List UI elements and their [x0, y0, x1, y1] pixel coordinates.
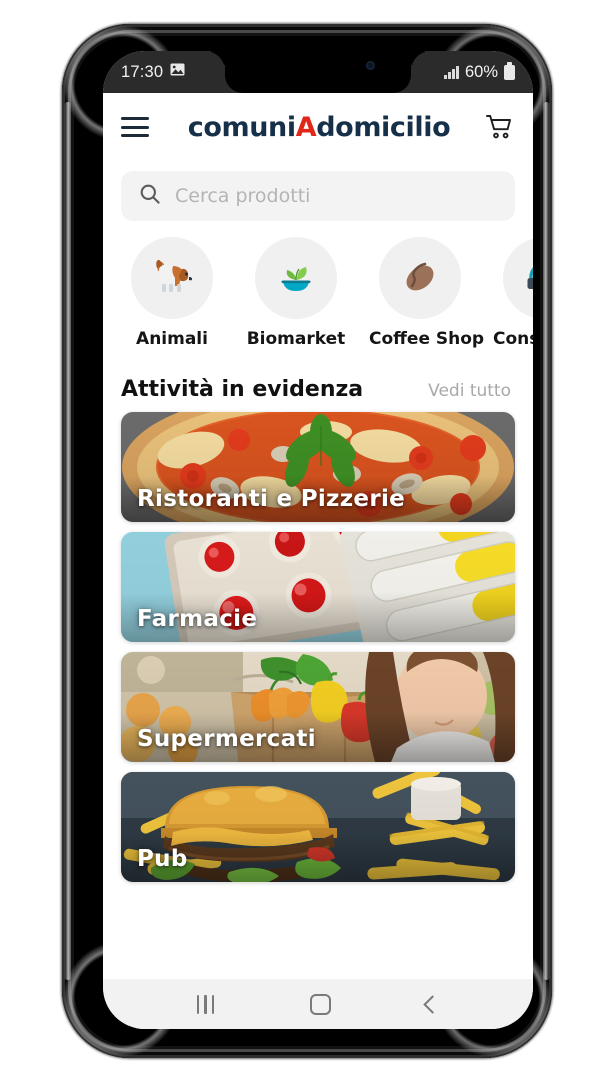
- card-title: Supermercati: [137, 726, 316, 752]
- android-nav-bar: [103, 979, 533, 1029]
- battery-percent: 60%: [464, 62, 498, 81]
- hamburger-menu-icon[interactable]: [121, 117, 149, 137]
- main-content: Animali Biomarket: [103, 161, 533, 979]
- phone-edge-left: [64, 102, 71, 980]
- see-all-link[interactable]: Vedi tutto: [428, 381, 511, 401]
- category-item-animali[interactable]: Animali: [121, 237, 223, 349]
- plant-bowl-icon: [255, 237, 337, 319]
- featured-cards-list: Ristoranti e Pizzerie Farmacie Supermerc…: [103, 412, 533, 882]
- app-logo: comuniAdomicilio: [155, 112, 483, 143]
- phone-device: 17:30 60% comuniAdomicilio Cerca prodott…: [62, 24, 552, 1058]
- search-section: [103, 161, 533, 221]
- notch-shoulder-left: [205, 51, 225, 71]
- category-row: Animali Biomarket Coffee Shop Con: [103, 221, 533, 353]
- search-bar[interactable]: [121, 171, 515, 221]
- logo-accent-letter: A: [295, 111, 317, 143]
- image-icon: [170, 63, 185, 81]
- phone-screen: 17:30 60% comuniAdomicilio Cerca prodott…: [103, 51, 533, 1029]
- status-time: 17:30: [121, 62, 164, 81]
- search-icon: [139, 183, 161, 210]
- page-title: Attività in evidenza: [121, 377, 364, 402]
- card-farmacie[interactable]: Farmacie: [121, 532, 515, 642]
- status-bar: 17:30 60%: [103, 51, 533, 93]
- category-label: Consulenza: [493, 329, 533, 349]
- category-label: Coffee Shop: [369, 329, 485, 349]
- card-ristoranti-e-pizzerie[interactable]: Ristoranti e Pizzerie: [121, 412, 515, 522]
- home-icon[interactable]: [309, 993, 331, 1015]
- category-label: Biomarket: [246, 329, 346, 349]
- card-title: Farmacie: [137, 606, 258, 632]
- shopping-cart-icon[interactable]: [483, 112, 513, 142]
- card-title: Ristoranti e Pizzerie: [137, 486, 406, 512]
- back-icon[interactable]: [423, 994, 442, 1014]
- phone-edge-right: [543, 102, 550, 980]
- notch-shoulder-right: [411, 51, 431, 71]
- search-input[interactable]: [175, 185, 497, 207]
- card-supermercati[interactable]: Supermercati: [121, 652, 515, 762]
- card-title: Pub: [137, 846, 188, 872]
- dog-icon: [131, 237, 213, 319]
- battery-icon: [504, 62, 515, 80]
- logo-text-part2: domicilio: [316, 111, 451, 143]
- app-header: comuniAdomicilio: [103, 93, 533, 161]
- section-header: Attività in evidenza Vedi tutto: [103, 353, 533, 412]
- card-pub[interactable]: Pub: [121, 772, 515, 882]
- category-item-coffee-shop[interactable]: Coffee Shop: [369, 237, 485, 349]
- category-item-biomarket[interactable]: Biomarket: [245, 237, 347, 349]
- camera-notch: [205, 51, 431, 93]
- recents-icon[interactable]: [196, 994, 215, 1014]
- logo-text-part1: comuni: [187, 111, 296, 143]
- category-label: Animali: [136, 329, 208, 349]
- headset-icon: [503, 237, 533, 319]
- coffee-bean-icon: [379, 237, 461, 319]
- signal-bars-icon: [444, 65, 459, 79]
- front-camera-icon: [366, 61, 375, 70]
- category-item-consulenza[interactable]: Consulenza: [493, 237, 533, 349]
- status-bar-right: 60%: [444, 62, 533, 82]
